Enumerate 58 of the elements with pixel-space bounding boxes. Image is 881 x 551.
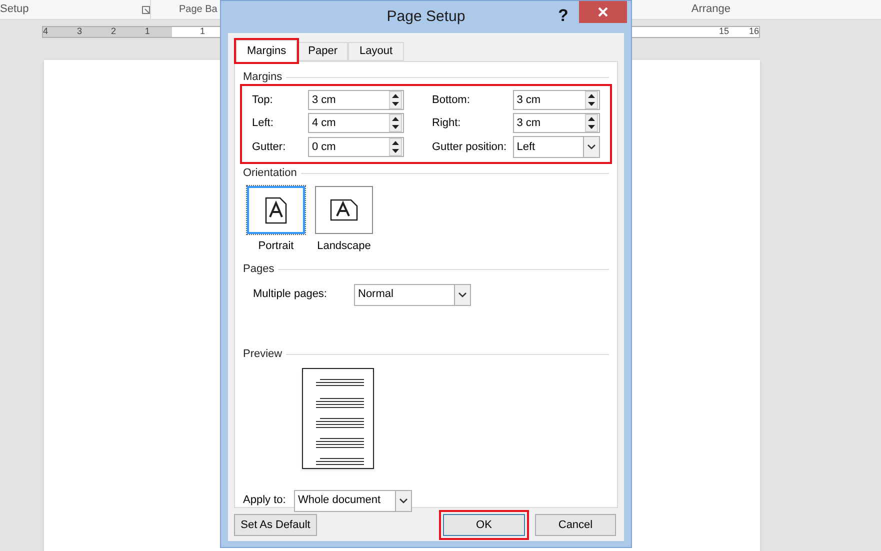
spinner-arrows-icon[interactable] — [585, 91, 598, 109]
tab[interactable]: Layout — [348, 42, 404, 61]
field-label: Multiple pages: — [253, 287, 328, 302]
section-heading: Orientation — [243, 166, 297, 181]
dialog-button[interactable]: OK — [439, 510, 529, 540]
spin-field[interactable]: 3 cm — [512, 90, 600, 110]
tab[interactable]: Margins — [236, 40, 298, 62]
landscape-page-icon — [330, 199, 358, 221]
spinner-arrows-icon[interactable] — [389, 138, 402, 156]
ruler-number: 3 — [76, 25, 82, 38]
section-heading: Preview — [243, 347, 282, 362]
dialog-launcher-icon[interactable] — [142, 6, 150, 14]
spinner-arrows-icon[interactable] — [389, 114, 402, 132]
caret-icon — [458, 292, 467, 298]
spinner-arrows-icon[interactable] — [585, 114, 598, 132]
close-icon — [598, 7, 608, 17]
dropdown[interactable]: Normal — [354, 284, 471, 306]
ribbon-group-label: Page Ba — [179, 3, 218, 17]
field-label: Left: — [252, 116, 274, 131]
field-label: Apply to: — [243, 493, 287, 508]
close-button[interactable] — [579, 1, 627, 23]
caret-icon — [587, 144, 596, 150]
field-label: Gutter: — [252, 140, 287, 155]
spin-field[interactable]: 4 cm — [308, 113, 404, 133]
ribbon-group-label: Setup — [0, 2, 30, 18]
orientation-label: Landscape — [317, 239, 371, 254]
dropdown[interactable]: Left — [512, 136, 600, 158]
orientation-option[interactable] — [315, 186, 373, 234]
ruler-number: 1 — [144, 25, 150, 38]
orientation-label: Portrait — [258, 239, 294, 254]
field-label: Right: — [432, 116, 462, 131]
spin-field[interactable]: 3 cm — [512, 113, 600, 133]
field-label: Top: — [252, 92, 274, 108]
text-lines-icon — [316, 378, 364, 388]
section-heading: Margins — [243, 70, 282, 85]
section-heading: Pages — [243, 262, 274, 278]
spin-field[interactable]: 0 cm — [308, 137, 404, 157]
ribbon-group-label: Arrange — [691, 2, 731, 18]
caret-icon — [399, 498, 408, 504]
portrait-page-icon — [265, 196, 287, 224]
field-label: Bottom: — [432, 92, 471, 108]
spinner-arrows-icon[interactable] — [389, 91, 402, 109]
text-lines-icon — [316, 418, 364, 428]
text-lines-icon — [316, 458, 364, 468]
help-button[interactable]: ? — [558, 3, 568, 28]
spin-field[interactable]: 3 cm — [308, 90, 404, 110]
ruler-number: 16 — [748, 25, 759, 38]
dropdown[interactable]: Whole document — [294, 490, 412, 512]
ruler-number: 15 — [718, 25, 729, 38]
text-lines-icon — [316, 438, 364, 448]
ruler-number: 1 — [200, 25, 205, 38]
ruler-number: 2 — [110, 25, 116, 38]
orientation-option[interactable] — [247, 186, 305, 234]
field-label: Gutter position: — [432, 140, 508, 155]
text-lines-icon — [316, 398, 364, 408]
window-title: Page Setup — [386, 6, 466, 27]
tab[interactable]: Paper — [297, 42, 348, 61]
ruler-number: 4 — [43, 25, 48, 38]
